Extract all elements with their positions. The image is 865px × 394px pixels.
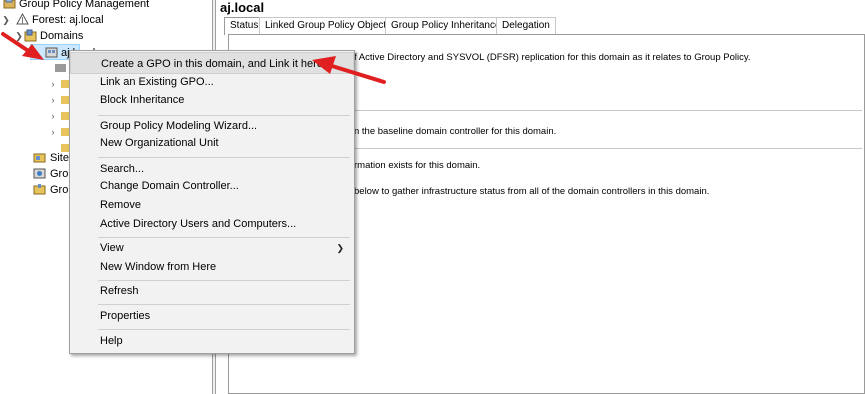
menu-item-refresh[interactable]: Refresh	[70, 280, 354, 302]
chevron-right-icon[interactable]: ›	[48, 124, 58, 140]
chevron-right-icon[interactable]: ›	[48, 92, 58, 108]
menu-item-label: View	[100, 242, 124, 254]
tab-gp-inheritance[interactable]: Group Policy Inheritance	[385, 17, 507, 34]
tab-linked-gpos[interactable]: Linked Group Policy Objects	[259, 17, 398, 34]
gpo-results-icon	[33, 184, 46, 195]
tree-item-subfolder-1[interactable]: ›	[48, 76, 72, 92]
tree-item-subfolder-4[interactable]: ›	[48, 124, 72, 140]
tree-item-gp-results[interactable]: Grou	[0, 182, 74, 198]
menu-item-new-ou[interactable]: New Organizational Unit	[70, 132, 354, 154]
context-menu: Create a GPO in this domain, and Link it…	[69, 50, 355, 354]
chevron-right-icon[interactable]: ›	[48, 76, 58, 92]
red-arrow-icon	[1, 32, 44, 60]
gpm-icon	[3, 0, 16, 9]
menu-item-label: Block Inheritance	[100, 94, 185, 106]
tree-item-group-policy-objects[interactable]	[48, 60, 68, 76]
chevron-down-icon[interactable]: ❯	[1, 12, 11, 28]
tree-item-forest[interactable]: ❯ Forest: aj.local	[0, 12, 210, 28]
menu-item-label: Search...	[100, 163, 145, 175]
menu-item-label: Change Domain Controller...	[100, 180, 239, 192]
menu-item-properties[interactable]: Properties	[70, 305, 354, 327]
folder-icon	[55, 64, 66, 72]
red-arrow-icon	[312, 56, 386, 84]
infrastructure-info-text: rmation exists for this domain.	[354, 160, 481, 171]
tree-item-label: Forest: aj.local	[32, 14, 104, 26]
menu-item-label: Group Policy Modeling Wizard...	[100, 120, 258, 132]
menu-item-help[interactable]: Help	[70, 330, 354, 352]
baseline-dc-text: n the baseline domain controller for thi…	[354, 126, 557, 137]
tab-delegation[interactable]: Delegation	[496, 17, 556, 34]
menu-item-label: Properties	[100, 310, 151, 322]
gather-status-text: below to gather infrastructure status fr…	[354, 186, 710, 197]
menu-item-label: Refresh	[100, 285, 139, 297]
menu-item-block-inheritance[interactable]: Block Inheritance	[70, 89, 354, 111]
menu-item-label: New Window from Here	[100, 261, 217, 273]
menu-item-label: Create a GPO in this domain, and Link it…	[101, 58, 333, 70]
tree-item-label: Group Policy Management	[19, 0, 150, 10]
tree-item-group-policy-management[interactable]: Group Policy Management	[0, 0, 210, 12]
page-title: aj.local	[220, 0, 265, 15]
chevron-right-icon[interactable]: ›	[48, 108, 58, 124]
gpo-modeling-icon	[33, 168, 46, 179]
tree-item-subfolder-2[interactable]: ›	[48, 92, 72, 108]
menu-item-new-window[interactable]: New Window from Here	[70, 256, 354, 278]
menu-item-label: Help	[100, 335, 123, 347]
menu-item-label: Link an Existing GPO...	[100, 76, 214, 88]
menu-item-label: New Organizational Unit	[100, 137, 219, 149]
sites-icon	[33, 153, 46, 163]
menu-item-label: Active Directory Users and Computers...	[100, 218, 297, 230]
tree-item-subfolder-3[interactable]: ›	[48, 108, 72, 124]
menu-item-label: Remove	[100, 199, 141, 211]
status-description: f Active Directory and SYSVOL (DFSR) rep…	[354, 52, 751, 63]
menu-item-ad-users-computers[interactable]: Active Directory Users and Computers...	[70, 213, 354, 235]
tree-item-sites[interactable]: Sites	[0, 150, 74, 166]
forest-icon	[16, 13, 29, 25]
tree-item-gp-modeling[interactable]: Grou	[0, 166, 74, 182]
